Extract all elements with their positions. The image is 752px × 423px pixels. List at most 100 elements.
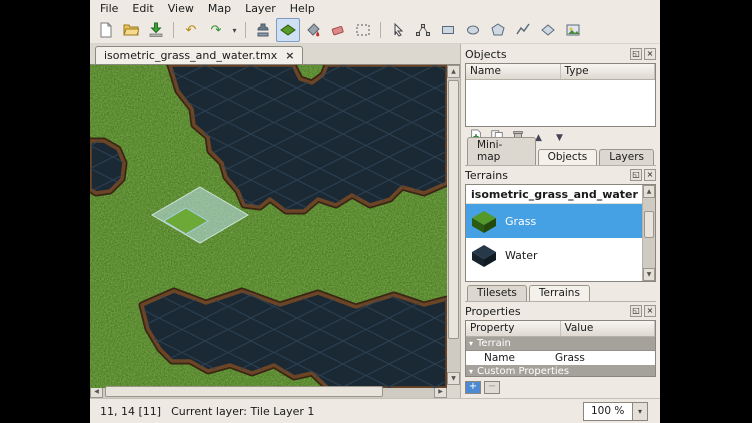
- insert-rectangle-button[interactable]: [436, 18, 460, 42]
- menu-file[interactable]: File: [93, 1, 125, 16]
- collapse-triangle-icon[interactable]: ▾: [469, 339, 473, 348]
- terrains-dock-titlebar: Terrains ◱ ×: [465, 168, 656, 182]
- menu-map[interactable]: Map: [201, 1, 238, 16]
- insert-ellipse-button[interactable]: [461, 18, 485, 42]
- open-button[interactable]: [119, 18, 143, 42]
- objects-dock-title: Objects: [465, 48, 628, 61]
- property-column[interactable]: Property: [466, 321, 561, 336]
- remove-property-button[interactable]: −: [484, 381, 500, 394]
- lower-object-button[interactable]: ▼: [550, 129, 569, 147]
- terrains-scroll-thumb[interactable]: [644, 211, 654, 238]
- vscroll-thumb[interactable]: [448, 80, 459, 339]
- tiled-window: File Edit View Map Layer Help ↶ ↷ ▾: [90, 0, 660, 423]
- terrain-item-water[interactable]: Water: [466, 238, 643, 272]
- statusbar: 11, 14 [11] Current layer: Tile Layer 1 …: [90, 398, 660, 423]
- tab-close-icon[interactable]: ×: [285, 49, 294, 62]
- scroll-down-icon[interactable]: ▼: [447, 372, 460, 385]
- rectangular-select-button[interactable]: [351, 18, 375, 42]
- tileset-name[interactable]: isometric_grass_and_water: [466, 185, 655, 204]
- scroll-up-icon[interactable]: ▲: [447, 65, 460, 78]
- scroll-down-icon[interactable]: ▼: [643, 268, 655, 281]
- undo-button[interactable]: ↶: [179, 18, 203, 42]
- dock-tabs-top: Mini-map Objects Layers: [465, 148, 656, 166]
- open-folder-icon: [123, 22, 139, 38]
- zoom-value[interactable]: 100 %: [584, 405, 632, 417]
- menu-layer[interactable]: Layer: [238, 1, 283, 16]
- insert-image-button[interactable]: [561, 18, 585, 42]
- objects-table-body[interactable]: [466, 80, 655, 126]
- document-tab-label: isometric_grass_and_water.tmx: [104, 49, 277, 62]
- map-canvas-area: ▲ ▼: [90, 65, 460, 385]
- value-column[interactable]: Value: [561, 321, 656, 336]
- objects-column-name[interactable]: Name: [466, 64, 561, 79]
- edit-polygons-button[interactable]: [411, 18, 435, 42]
- canvas-hscroll-row: ◀ ▶: [90, 385, 460, 398]
- bucket-fill-button[interactable]: [301, 18, 325, 42]
- insert-polyline-button[interactable]: [511, 18, 535, 42]
- property-name: Name: [466, 352, 551, 364]
- dock-close-icon[interactable]: ×: [644, 48, 656, 60]
- hscroll-thumb[interactable]: [105, 386, 383, 397]
- menu-edit[interactable]: Edit: [125, 1, 160, 16]
- isometric-map: [90, 65, 447, 388]
- redo-dropdown-button[interactable]: ▾: [229, 19, 240, 41]
- dock-column: Objects ◱ × Name Type: [460, 44, 660, 398]
- dock-float-icon[interactable]: ◱: [630, 169, 642, 181]
- scroll-up-icon[interactable]: ▲: [643, 185, 655, 198]
- tab-layers[interactable]: Layers: [599, 149, 654, 165]
- redo-button[interactable]: ↷: [204, 18, 228, 42]
- main-toolbar: ↶ ↷ ▾: [90, 17, 660, 44]
- add-property-button[interactable]: +: [465, 381, 481, 394]
- terrain-item-grass[interactable]: Grass: [466, 204, 643, 238]
- zoom-dropdown-icon[interactable]: ▾: [632, 403, 647, 420]
- tab-mini-map[interactable]: Mini-map: [467, 137, 536, 165]
- dock-close-icon[interactable]: ×: [644, 305, 656, 317]
- tab-objects[interactable]: Objects: [538, 149, 598, 165]
- tab-terrains[interactable]: Terrains: [529, 285, 590, 301]
- vscroll-track[interactable]: [447, 78, 460, 372]
- properties-dock-titlebar: Properties ◱ ×: [465, 304, 656, 318]
- canvas-vertical-scrollbar[interactable]: ▲ ▼: [447, 65, 460, 385]
- undo-icon: ↶: [186, 24, 197, 37]
- water-tile-icon: [470, 241, 498, 269]
- toolbar-separator: [173, 22, 174, 38]
- document-tabbar: isometric_grass_and_water.tmx ×: [90, 44, 460, 65]
- dock-float-icon[interactable]: ◱: [630, 48, 642, 60]
- insert-tile-button[interactable]: [536, 18, 560, 42]
- terrains-scrollbar[interactable]: ▲ ▼: [642, 185, 655, 281]
- custom-properties-group-row[interactable]: ▾ Custom Properties: [466, 365, 655, 377]
- terrains-scroll-track[interactable]: [643, 198, 655, 268]
- menubar: File Edit View Map Layer Help: [90, 0, 660, 17]
- property-row-name[interactable]: Name Grass: [466, 351, 655, 365]
- stamp-brush-icon: [255, 22, 271, 38]
- insert-polygon-button[interactable]: [486, 18, 510, 42]
- terrain-group-row[interactable]: ▾ Terrain: [466, 337, 655, 351]
- property-value[interactable]: Grass: [551, 352, 655, 364]
- stamp-brush-button[interactable]: [251, 18, 275, 42]
- tab-tilesets[interactable]: Tilesets: [467, 285, 527, 301]
- terrain-label: Grass: [505, 215, 536, 228]
- save-button[interactable]: [144, 18, 168, 42]
- document-tab[interactable]: isometric_grass_and_water.tmx ×: [95, 46, 303, 64]
- terrain-brush-button[interactable]: [276, 18, 300, 42]
- hscroll-track[interactable]: [103, 385, 434, 398]
- properties-table-header: Property Value: [466, 321, 655, 337]
- terrain-label: Water: [505, 249, 538, 262]
- menu-help[interactable]: Help: [283, 1, 322, 16]
- collapse-triangle-icon[interactable]: ▾: [469, 367, 473, 376]
- current-layer-status: Current layer: Tile Layer 1: [171, 405, 314, 418]
- cursor-arrow-icon: [390, 22, 406, 38]
- menu-view[interactable]: View: [161, 1, 201, 16]
- new-map-button[interactable]: [94, 18, 118, 42]
- dock-close-icon[interactable]: ×: [644, 169, 656, 181]
- canvas-horizontal-scrollbar[interactable]: ◀ ▶: [90, 385, 447, 398]
- redo-icon: ↷: [211, 24, 222, 37]
- select-object-button[interactable]: [386, 18, 410, 42]
- zoom-combobox[interactable]: 100 % ▾: [583, 402, 648, 421]
- edit-polygons-icon: [415, 22, 431, 38]
- eraser-icon: [330, 22, 346, 38]
- objects-column-type[interactable]: Type: [561, 64, 656, 79]
- map-canvas[interactable]: [90, 65, 447, 385]
- dock-float-icon[interactable]: ◱: [630, 305, 642, 317]
- eraser-button[interactable]: [326, 18, 350, 42]
